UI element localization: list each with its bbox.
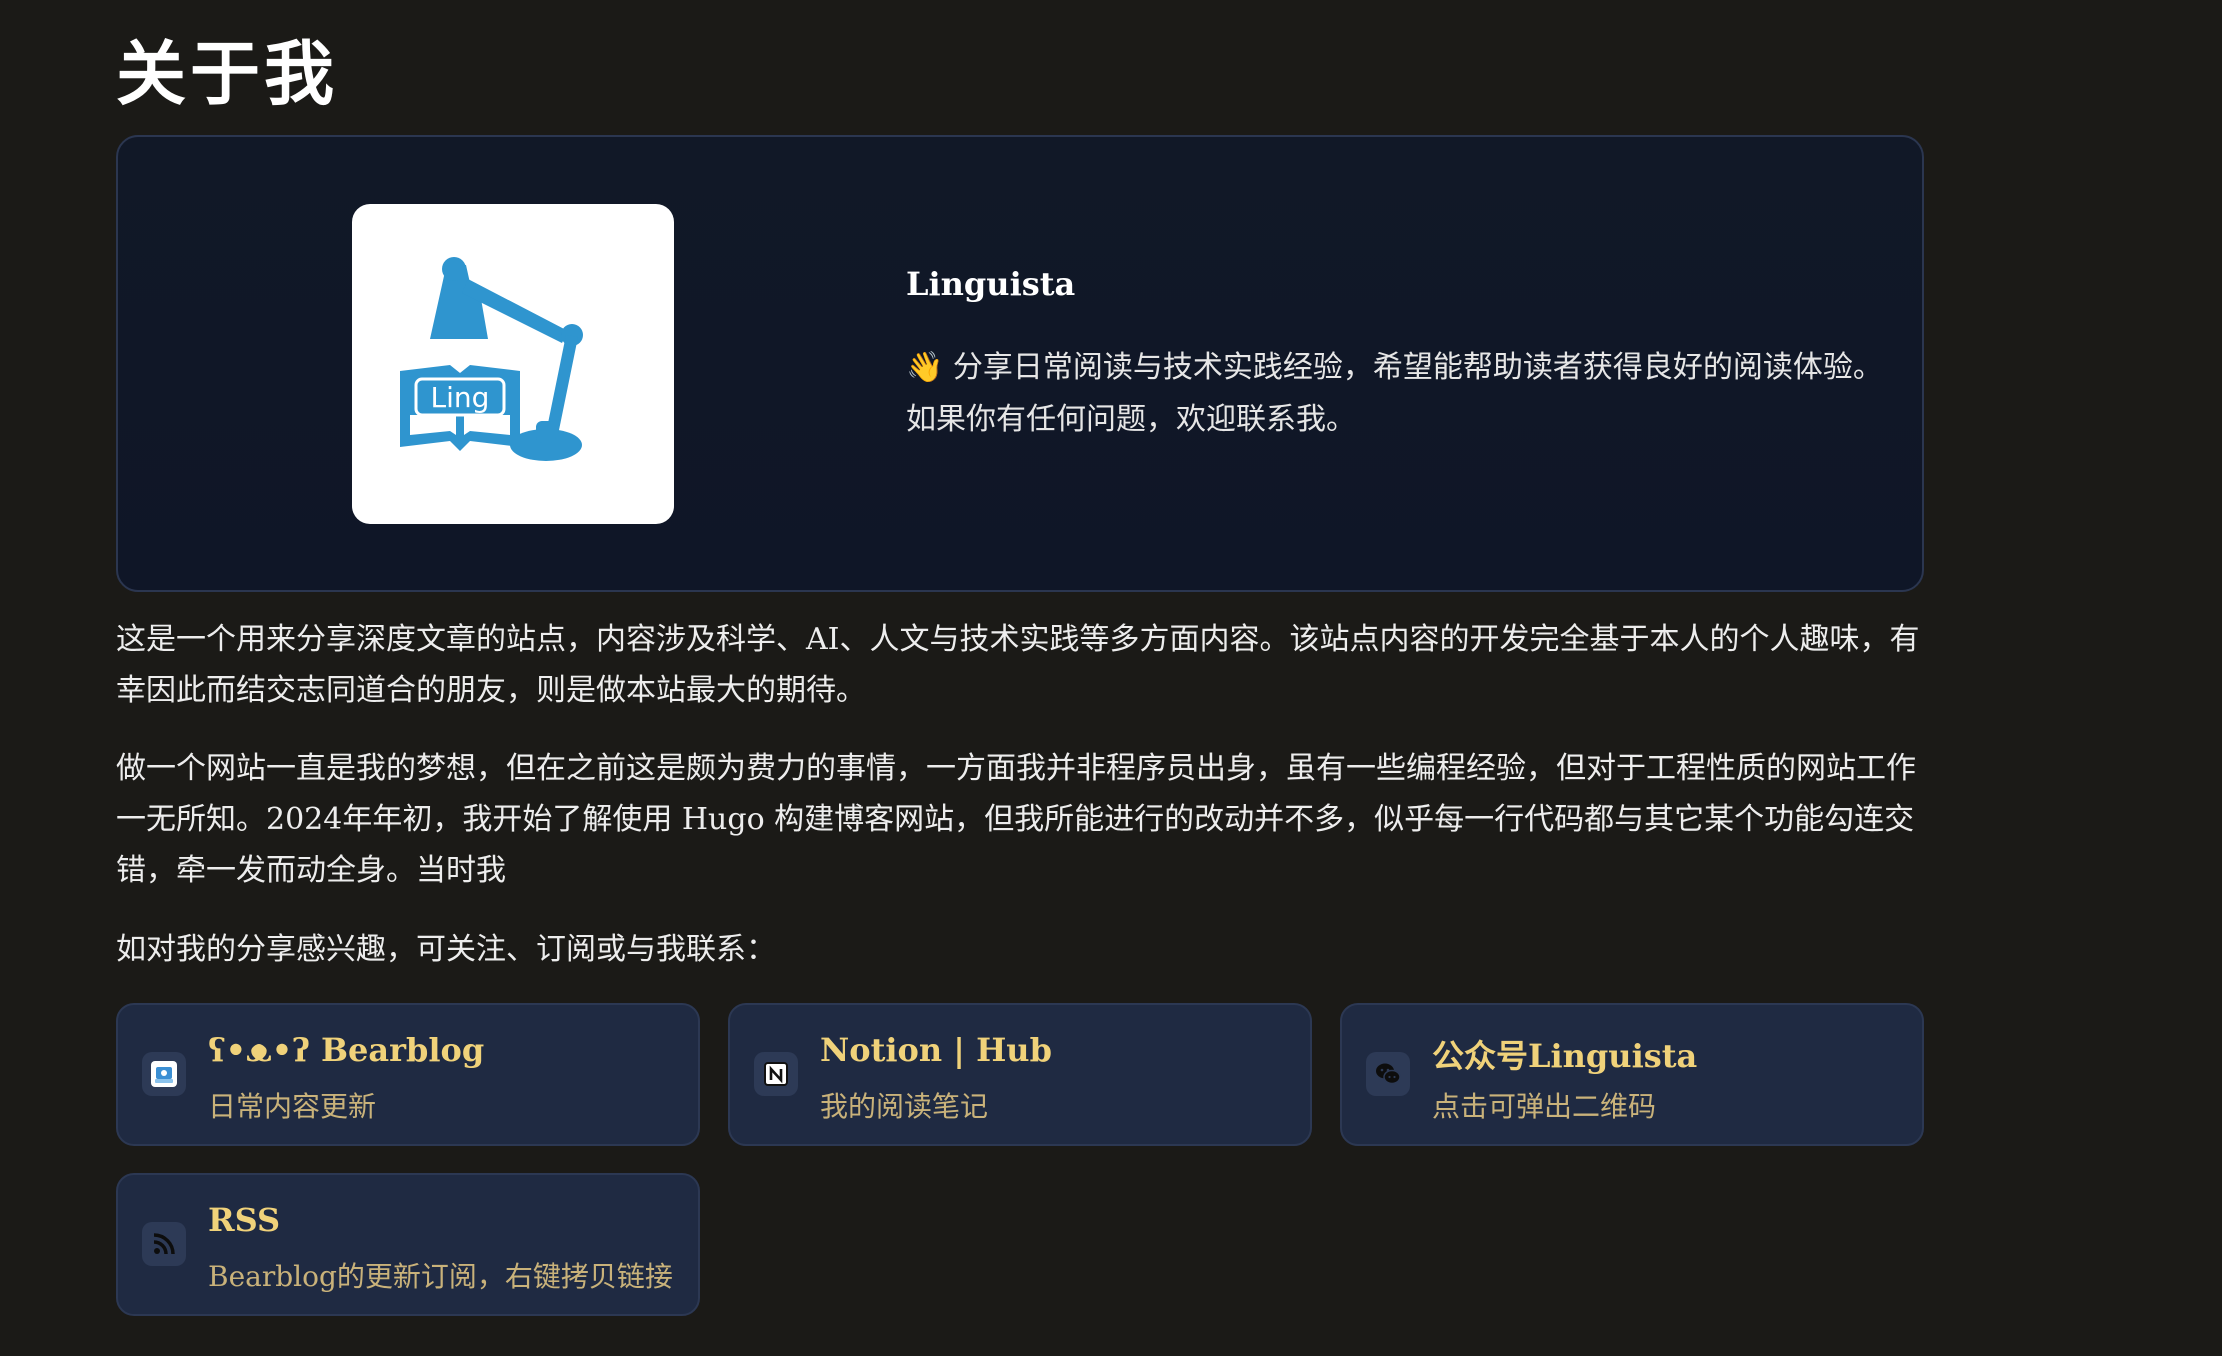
page-title: 关于我 — [116, 33, 338, 115]
wechat-icon — [1366, 1052, 1410, 1096]
intro-paragraph: 这是一个用来分享深度文章的站点，内容涉及科学、AI、人文与技术实践等多方面内容。… — [116, 622, 1920, 708]
follow-paragraph: 如对我的分享感兴趣，可关注、订阅或与我联系： — [116, 932, 776, 967]
link-card-subtitle: 日常内容更新 — [208, 1090, 377, 1123]
link-card-notion[interactable]: Notion | Hub 我的阅读笔记 — [728, 1003, 1312, 1146]
link-card-title: RSS — [208, 1201, 281, 1239]
profile-card: Ling Linguista 👋 分享日常阅读与技术实践经验，希望能帮助读者获得… — [116, 135, 1924, 592]
link-card-bearblog[interactable]: ʕ•ᴥ•ʔ Bearblog 日常内容更新 — [116, 1003, 700, 1146]
link-card-wechat[interactable]: 公众号Linguista 点击可弹出二维码 — [1340, 1003, 1924, 1146]
about-page: 关于我 Ling Linguista 👋 分享日常阅读与技术实践经验，希望能帮助… — [0, 0, 2222, 1356]
profile-bio: 👋 分享日常阅读与技术实践经验，希望能帮助读者获得良好的阅读体验。如果你有任何问… — [906, 350, 1883, 437]
profile-name: Linguista — [906, 265, 1076, 303]
link-card-title: 公众号Linguista — [1432, 1037, 1698, 1075]
lamp-book-logo-icon: Ling — [400, 257, 583, 461]
link-card-subtitle: Bearblog的更新订阅，右键拷贝链接 — [208, 1260, 673, 1293]
link-card-rss[interactable]: RSS Bearblog的更新订阅，右键拷贝链接 — [116, 1173, 700, 1316]
story-paragraph: 做一个网站一直是我的梦想，但在之前这是颇为费力的事情，一方面我并非程序员出身，虽… — [116, 751, 1916, 888]
rss-icon — [142, 1222, 186, 1266]
link-card-subtitle: 点击可弹出二维码 — [1432, 1090, 1657, 1123]
site-logo: Ling — [352, 204, 674, 524]
logo-text: Ling — [431, 381, 490, 414]
notion-icon — [754, 1052, 798, 1096]
link-card-title: ʕ•ᴥ•ʔ Bearblog — [208, 1031, 485, 1069]
link-card-subtitle: 我的阅读笔记 — [820, 1090, 989, 1123]
link-card-title: Notion | Hub — [820, 1031, 1052, 1069]
bearblog-icon — [142, 1052, 186, 1096]
